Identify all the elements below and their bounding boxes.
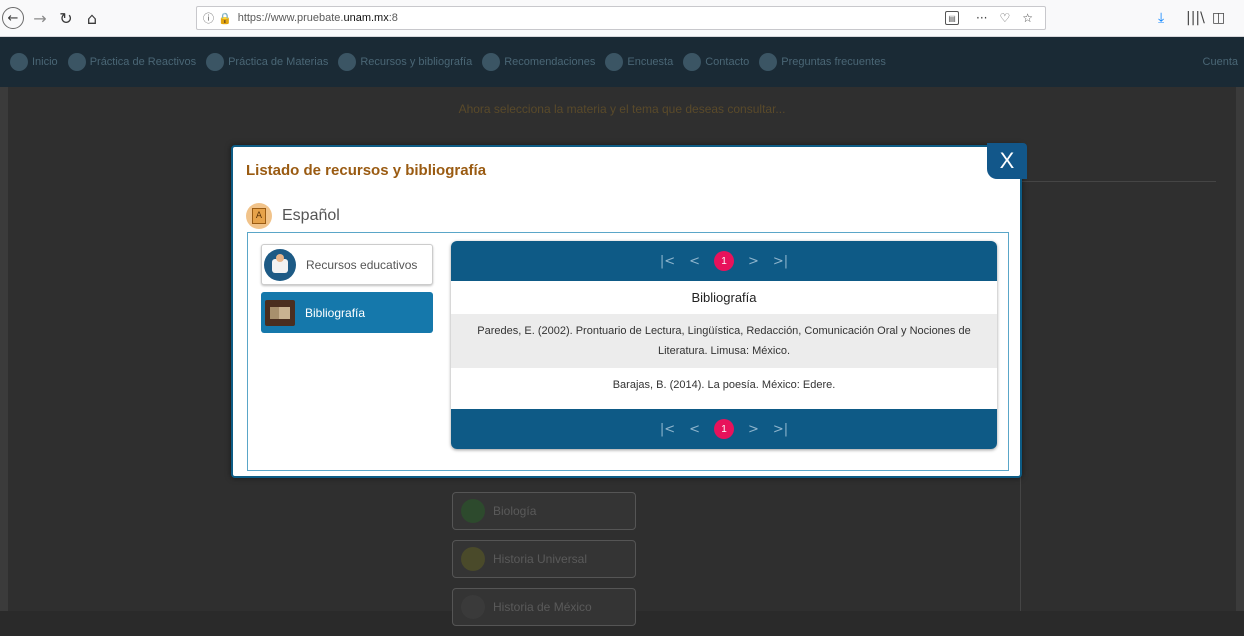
nav-item-inicio[interactable]: Inicio	[10, 53, 58, 71]
resources-icon	[338, 53, 357, 71]
subject-item-biologia[interactable]: Biología	[452, 492, 636, 530]
survey-icon	[605, 53, 624, 71]
library-icon[interactable]: |||\	[1186, 10, 1205, 26]
tab-recursos-educativos[interactable]: Recursos educativos	[261, 244, 433, 285]
nav-item-recursos[interactable]: Recursos y bibliografía	[338, 53, 472, 71]
close-button[interactable]: X	[987, 143, 1027, 179]
back-icon[interactable]: ←	[2, 7, 24, 29]
nav-item-preguntas[interactable]: Preguntas frecuentes	[759, 53, 886, 71]
subject-item-historia-universal[interactable]: Historia Universal	[452, 540, 636, 578]
more-icon[interactable]: ···	[976, 11, 987, 25]
home-icon	[10, 53, 28, 71]
subject-list: Biología Historia Universal Historia de …	[452, 492, 636, 636]
globe-icon	[461, 547, 485, 571]
next-page-icon[interactable]: >	[748, 254, 759, 269]
table-header: Bibliografía	[691, 290, 757, 305]
site-navigation: Inicio Práctica de Reactivos Práctica de…	[0, 37, 1244, 87]
pyramid-icon	[461, 595, 485, 619]
nav-item-cuenta[interactable]: Cuenta	[1203, 56, 1238, 68]
table-row: Paredes, E. (2002). Prontuario de Lectur…	[451, 314, 997, 368]
first-page-icon[interactable]: |<	[660, 254, 675, 269]
pager-top: |< < 1 > >|	[451, 241, 997, 281]
subjects-icon	[206, 53, 225, 71]
subject-label: Español	[282, 207, 340, 224]
tab-bibliografia[interactable]: Bibliografía	[261, 292, 433, 333]
nav-item-contacto[interactable]: Contacto	[683, 53, 749, 71]
url-text[interactable]: https://www.pruebate.unam.mx:8	[238, 12, 398, 24]
browser-toolbar: ← → ↻ ⌂ ⓘ 🔒 https://www.pruebate.unam.mx…	[0, 0, 1244, 37]
prev-page-icon[interactable]: <	[689, 254, 700, 269]
nav-item-materias[interactable]: Práctica de Materias	[206, 53, 328, 71]
nav-item-reactivos[interactable]: Práctica de Reactivos	[67, 53, 196, 71]
subject-item-historia-mexico[interactable]: Historia de México	[452, 588, 636, 626]
background-panel	[1020, 181, 1216, 611]
lock-icon: 🔒	[218, 11, 232, 25]
nav-item-encuesta[interactable]: Encuesta	[605, 53, 673, 71]
thumbs-up-icon	[482, 53, 501, 71]
url-bar[interactable]: ⓘ 🔒 https://www.pruebate.unam.mx:8 ▤ ···…	[196, 6, 1046, 30]
education-globe-icon	[264, 248, 296, 281]
table-row: Barajas, B. (2014). La poesía. México: E…	[612, 379, 836, 391]
last-page-icon[interactable]: >|	[773, 254, 788, 269]
reload-icon[interactable]: ↻	[54, 6, 78, 30]
subject-heading: A Español	[246, 203, 340, 229]
first-page-icon[interactable]: |<	[660, 422, 675, 437]
biology-icon	[461, 499, 485, 523]
info-icon[interactable]: ⓘ	[203, 10, 214, 26]
resources-modal: Listado de recursos y bibliografía A Esp…	[231, 145, 1022, 478]
reader-icon[interactable]: ▤	[945, 11, 959, 25]
nav-item-recomendaciones[interactable]: Recomendaciones	[482, 53, 595, 71]
practice-icon	[67, 53, 86, 71]
pager-bottom: |< < 1 > >|	[451, 409, 997, 449]
pocket-icon[interactable]: ♡	[999, 11, 1010, 25]
sidebar-icon[interactable]: ◫	[1212, 10, 1225, 26]
bibliography-table: |< < 1 > >| Bibliografía Paredes, E. (20…	[451, 241, 997, 449]
bookmark-star-icon[interactable]: ☆	[1022, 11, 1033, 25]
question-icon	[759, 53, 778, 71]
next-page-icon[interactable]: >	[748, 422, 759, 437]
book-icon	[265, 299, 295, 326]
page-subtitle: Ahora selecciona la materia y el tema qu…	[458, 102, 786, 116]
forward-icon[interactable]: →	[28, 6, 52, 30]
dictionary-icon: A	[246, 203, 272, 229]
last-page-icon[interactable]: >|	[773, 422, 788, 437]
prev-page-icon[interactable]: <	[689, 422, 700, 437]
modal-title: Listado de recursos y bibliografía	[246, 162, 487, 179]
page-number-button[interactable]: 1	[714, 419, 734, 439]
mail-icon	[683, 53, 702, 71]
home-icon[interactable]: ⌂	[80, 6, 104, 30]
download-icon[interactable]: ⤓	[1158, 10, 1164, 26]
page-number-button[interactable]: 1	[714, 251, 734, 271]
